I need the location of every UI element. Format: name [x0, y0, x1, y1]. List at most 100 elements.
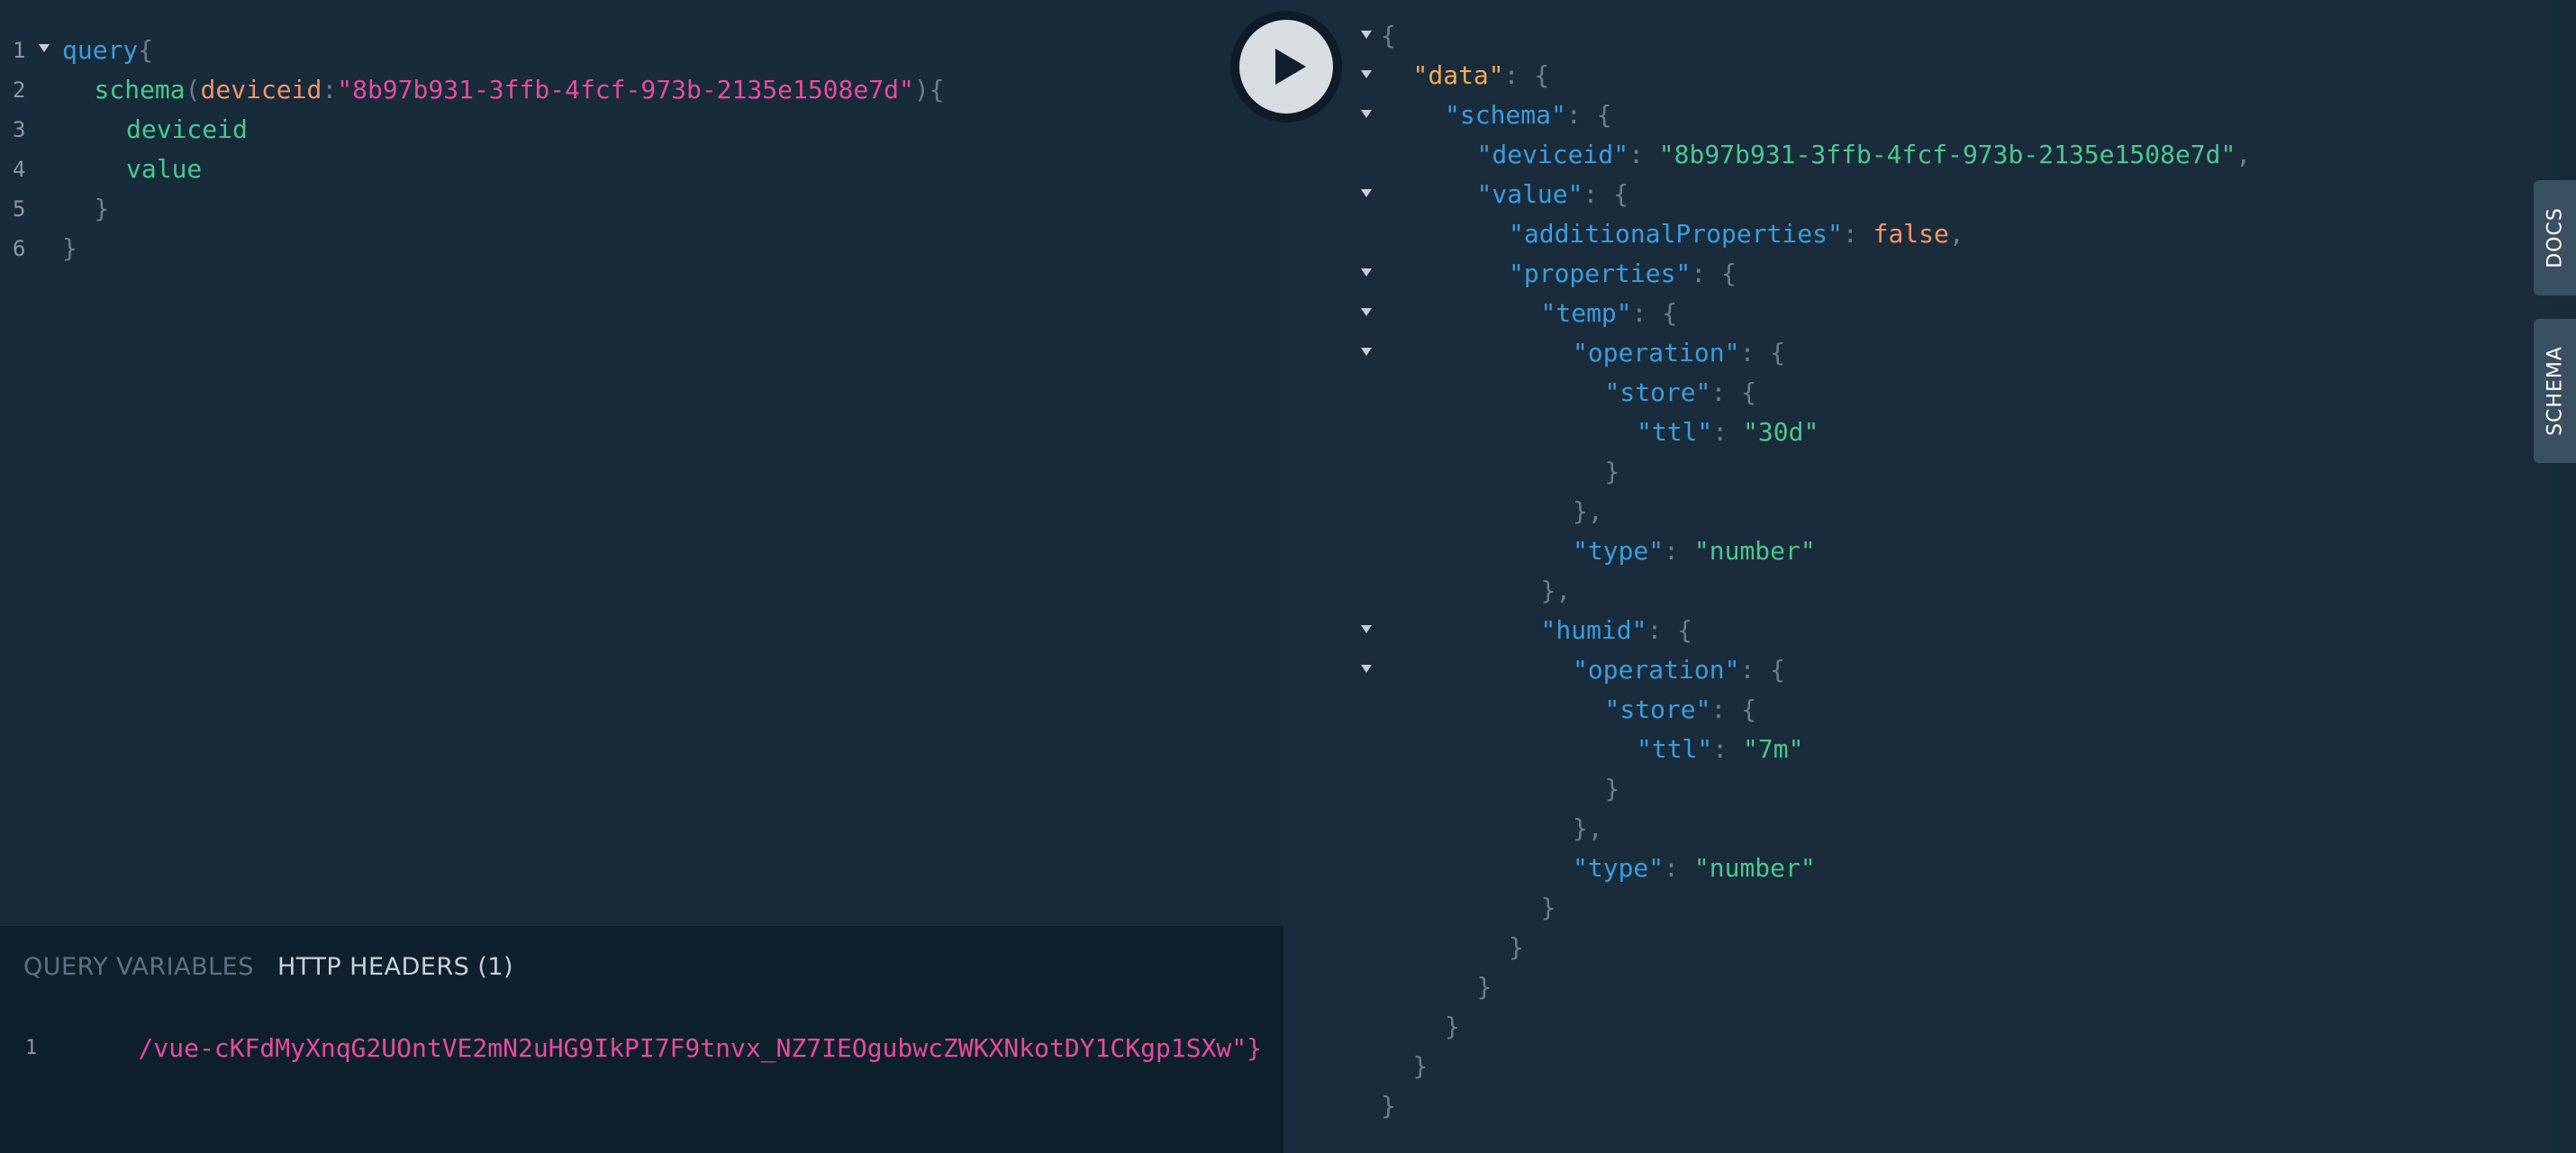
result-line: "additionalProperties": false, — [1283, 214, 2526, 254]
fold-toggle-icon[interactable] — [1361, 665, 1372, 673]
code-text: } — [62, 229, 77, 268]
fold-toggle-icon[interactable] — [1361, 268, 1372, 277]
result-text: "store": { — [1605, 373, 1757, 413]
json-token: } — [1476, 972, 1492, 1002]
json-token: } — [1604, 457, 1620, 486]
code-text: } — [95, 189, 110, 229]
run-query-button[interactable] — [1230, 11, 1342, 123]
json-token: }, — [1540, 576, 1572, 605]
fold-toggle-icon[interactable] — [1361, 625, 1372, 633]
json-token: : { — [1710, 695, 1757, 724]
result-text: "properties": { — [1509, 254, 1737, 294]
code-line[interactable]: 4 value — [0, 150, 1261, 189]
fold-toggle-icon[interactable] — [39, 44, 50, 52]
variables-panel: QUERY VARIABLES HTTP HEADERS (1) 1 /vue-… — [0, 926, 1283, 1153]
result-text: "ttl": "30d" — [1637, 413, 1819, 452]
result-line: "store": { — [1283, 690, 2526, 730]
json-token: "number" — [1693, 536, 1816, 566]
tab-http-headers[interactable]: HTTP HEADERS (1) — [277, 953, 513, 981]
json-token: "store" — [1604, 377, 1711, 407]
fold-toggle-icon[interactable] — [1361, 31, 1372, 39]
json-token: "data" — [1412, 60, 1504, 90]
line-number: 1 — [13, 38, 26, 63]
result-text: } — [1477, 967, 1492, 1007]
code-token: schema — [94, 75, 186, 104]
result-text: } — [1413, 1047, 1429, 1086]
result-line: "value": { — [1283, 175, 2526, 214]
line-number: 2 — [13, 77, 26, 103]
fold-toggle-icon[interactable] — [1361, 308, 1372, 316]
result-line: }, — [1283, 809, 2526, 849]
json-token: "schema" — [1445, 100, 1566, 130]
code-line[interactable]: 6} — [0, 229, 1261, 268]
result-line: } — [1283, 769, 2526, 809]
json-token: } — [1540, 893, 1556, 922]
result-text: } — [1509, 928, 1524, 967]
code-token: : — [322, 75, 338, 104]
run-button-face[interactable] — [1239, 20, 1333, 113]
fold-toggle-icon[interactable] — [1361, 70, 1372, 78]
code-line[interactable]: 3 deviceid — [0, 110, 1261, 150]
fold-toggle-icon[interactable] — [1361, 189, 1372, 197]
code-token: deviceid — [200, 75, 322, 104]
result-text: "type": "number" — [1573, 531, 1816, 571]
http-headers-editor[interactable]: /vue-cKFdMyXnqG2UOntVE2mN2uHG9IkPI7F9tnv… — [50, 1029, 1262, 1068]
result-text: }, — [1573, 492, 1603, 531]
result-text: "deviceid": "8b97b931-3ffb-4fcf-973b-213… — [1477, 135, 2252, 175]
code-line[interactable]: 2 schema(deviceid:"8b97b931-3ffb-4fcf-973… — [0, 70, 1261, 110]
json-token: "8b97b931-3ffb-4fcf-973b-2135e1508e7d" — [1658, 140, 2236, 169]
play-icon — [1275, 49, 1306, 85]
result-line: "type": "number" — [1283, 531, 2526, 571]
result-text: "temp": { — [1541, 294, 1678, 333]
schema-tab[interactable]: SCHEMA — [2534, 319, 2576, 463]
json-token: }, — [1573, 496, 1603, 526]
code-token: deviceid — [126, 114, 248, 144]
json-token: : — [1712, 734, 1744, 764]
query-editor[interactable]: 1 query{ 2 schema(deviceid:"8b97b931-3ffb-4… — [0, 0, 1283, 926]
code-token: ( — [185, 75, 201, 104]
tab-query-variables[interactable]: QUERY VARIABLES — [23, 953, 254, 981]
result-text: "data": { — [1413, 56, 1550, 95]
result-text: } — [1381, 1086, 1396, 1126]
code-token: } — [62, 233, 77, 263]
code-token: { — [138, 35, 154, 65]
result-text: } — [1605, 769, 1620, 809]
result-line: "operation": { — [1283, 333, 2526, 373]
result-text: "additionalProperties": false, — [1509, 214, 1964, 254]
result-line: { — [1283, 16, 2526, 56]
json-token: false — [1873, 219, 1949, 249]
fold-toggle-icon[interactable] — [1361, 110, 1372, 118]
result-line: "operation": { — [1283, 650, 2526, 690]
code-line[interactable]: 1 query{ — [0, 31, 1261, 70]
code-token: } — [94, 194, 110, 223]
result-line: "type": "number" — [1283, 849, 2526, 888]
docs-tab[interactable]: DOCS — [2534, 180, 2576, 295]
code-line[interactable]: 5} — [0, 189, 1261, 229]
code-token: value — [126, 154, 203, 184]
code-text: schema(deviceid:"8b97b931-3ffb-4fcf-973b… — [95, 70, 945, 110]
json-token: , — [2236, 140, 2252, 169]
json-token: : { — [1739, 655, 1786, 685]
json-token: : { — [1739, 338, 1786, 368]
result-line: "humid": { — [1283, 611, 2526, 650]
scrollbar[interactable] — [2553, 0, 2576, 1153]
result-line: } — [1283, 1047, 2526, 1086]
result-line: } — [1283, 1086, 2526, 1126]
result-line: "store": { — [1283, 373, 2526, 413]
json-token: }, — [1573, 813, 1603, 843]
line-number: 5 — [13, 196, 26, 222]
json-token: : — [1842, 219, 1873, 249]
result-text: }, — [1573, 809, 1603, 849]
result-line: "data": { — [1283, 56, 2526, 95]
json-token: "value" — [1476, 179, 1583, 209]
result-text: } — [1541, 888, 1556, 928]
json-token: } — [1509, 932, 1524, 962]
json-token: , — [1948, 219, 1964, 249]
json-token: "store" — [1604, 695, 1711, 724]
fold-toggle-icon[interactable] — [1361, 348, 1372, 356]
json-token: "operation" — [1573, 655, 1740, 685]
result-text: "operation": { — [1573, 650, 1785, 690]
result-text: "value": { — [1477, 175, 1629, 214]
json-token: "deviceid" — [1476, 140, 1629, 169]
result-text: "store": { — [1605, 690, 1757, 730]
